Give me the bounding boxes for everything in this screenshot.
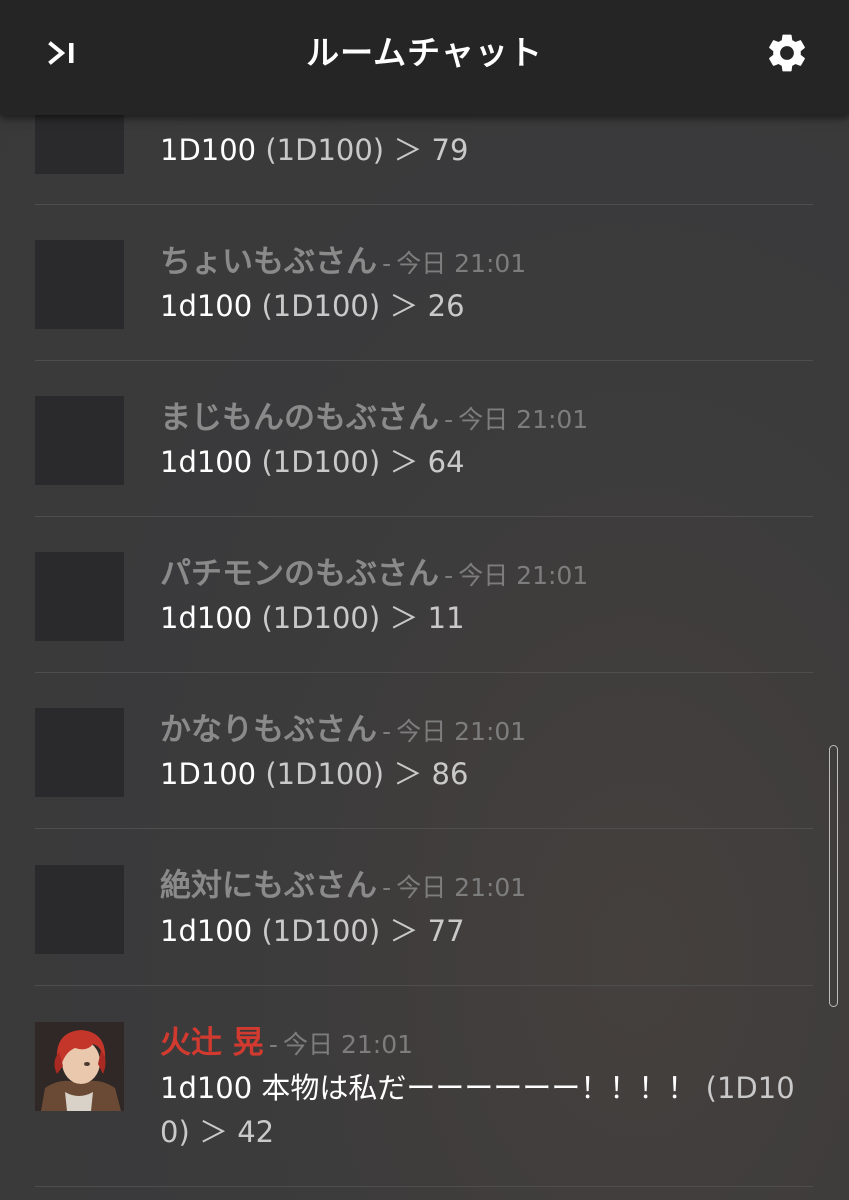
message-body: 1D100 (1D100) ＞ 86 — [160, 752, 810, 796]
message-list[interactable]: 1D100 (1D100) ＞ 79 ちょいもぶさん - 今日 21:01 1d… — [0, 0, 849, 1200]
timestamp: 今日 21:01 — [283, 1030, 414, 1059]
separator: - — [382, 873, 392, 902]
chat-message: 絶対にもぶさん - 今日 21:01 1d100 (1D100) ＞ 77 — [35, 829, 813, 986]
message-header: まじもんのもぶさん - 今日 21:01 — [160, 396, 588, 445]
character-portrait-image — [35, 1022, 124, 1111]
chat-message: まじもんのもぶさん - 今日 21:01 1d100 (1D100) ＞ 64 — [35, 361, 813, 517]
avatar — [35, 552, 124, 641]
timestamp: 今日 21:01 — [396, 873, 527, 902]
sender-name: まじもんのもぶさん — [160, 400, 439, 436]
dice-command: 1d100 本物は私だーーーーーー！！！！ — [160, 1071, 697, 1105]
settings-button[interactable] — [760, 26, 814, 80]
message-body: 1D100 (1D100) ＞ 79 — [160, 128, 810, 172]
dice-command: 1d100 — [160, 289, 253, 323]
separator: - — [444, 405, 454, 434]
dice-command: 1D100 — [160, 133, 266, 167]
separator: - — [444, 561, 454, 590]
top-bar: ルームチャット — [0, 0, 849, 115]
message-body: 1d100 本物は私だーーーーーー！！！！ (1D100) ＞ 42 — [160, 1066, 810, 1154]
separator: - — [382, 249, 392, 278]
avatar — [35, 865, 124, 954]
dice-result: (1D100) ＞ 79 — [265, 133, 469, 167]
sender-name: ちょいもぶさん — [160, 244, 377, 280]
message-body: 1d100 (1D100) ＞ 11 — [160, 596, 810, 640]
timestamp: 今日 21:01 — [396, 249, 527, 278]
gear-icon — [769, 34, 805, 72]
avatar — [35, 708, 124, 797]
dice-command: 1d100 — [160, 914, 253, 948]
dice-result: (1D100) ＞ 11 — [261, 601, 465, 635]
room-chat-app: 1D100 (1D100) ＞ 79 ちょいもぶさん - 今日 21:01 1d… — [0, 0, 849, 1200]
character-avatar[interactable] — [35, 1022, 124, 1111]
chat-message: ちょいもぶさん - 今日 21:01 1d100 (1D100) ＞ 26 — [35, 205, 813, 361]
message-header: パチモンのもぶさん - 今日 21:01 — [160, 552, 588, 601]
message-body: 1d100 (1D100) ＞ 77 — [160, 909, 810, 953]
dice-command: 1d100 — [160, 601, 253, 635]
dice-result: (1D100) ＞ 86 — [265, 757, 469, 791]
avatar — [35, 240, 124, 329]
separator: - — [268, 1030, 278, 1059]
message-header: かなりもぶさん - 今日 21:01 — [160, 708, 526, 757]
message-body: 1d100 (1D100) ＞ 26 — [160, 284, 810, 328]
scrollbar-thumb[interactable] — [829, 745, 838, 1007]
page-title: ルームチャット — [306, 33, 543, 72]
chat-message: かなりもぶさん - 今日 21:01 1D100 (1D100) ＞ 86 — [35, 673, 813, 829]
message-header: 絶対にもぶさん - 今日 21:01 — [160, 864, 526, 913]
dice-result: (1D100) ＞ 77 — [261, 914, 465, 948]
message-header: ちょいもぶさん - 今日 21:01 — [160, 240, 526, 289]
dice-result: (1D100) ＞ 26 — [261, 289, 465, 323]
timestamp: 今日 21:01 — [458, 561, 589, 590]
timestamp: 今日 21:01 — [458, 405, 589, 434]
sender-name: かなりもぶさん — [160, 712, 377, 748]
avatar — [35, 396, 124, 485]
message-header: 火辻 晃 - 今日 21:01 — [160, 1021, 413, 1070]
dice-result: (1D100) ＞ 64 — [261, 445, 465, 479]
sender-name: 火辻 晃 — [160, 1025, 264, 1061]
sender-name: 絶対にもぶさん — [160, 868, 377, 904]
dice-command: 1D100 — [160, 757, 266, 791]
sender-name: パチモンのもぶさん — [160, 556, 439, 592]
message-body: 1d100 (1D100) ＞ 64 — [160, 440, 810, 484]
separator: - — [382, 717, 392, 746]
dice-command: 1d100 — [160, 445, 253, 479]
chat-message: パチモンのもぶさん - 今日 21:01 1d100 (1D100) ＞ 11 — [35, 517, 813, 673]
timestamp: 今日 21:01 — [396, 717, 527, 746]
chat-message: 火辻 晃 - 今日 21:01 1d100 本物は私だーーーーーー！！！！ (1… — [35, 986, 813, 1187]
